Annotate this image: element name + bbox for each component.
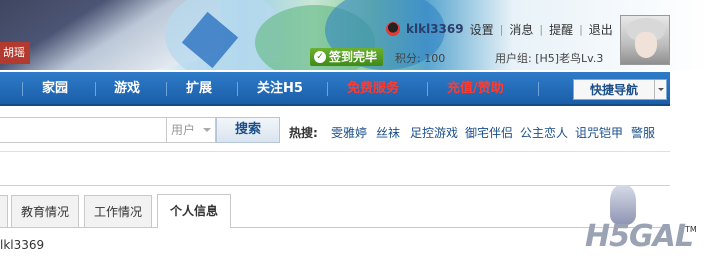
separator: | <box>539 22 544 36</box>
chevron-down-icon[interactable] <box>654 80 666 99</box>
nav-separator <box>22 82 23 96</box>
nav-item-free-service[interactable]: 免费服务 <box>347 72 399 106</box>
hot-search-item[interactable]: 公主恋人 <box>520 124 568 141</box>
checkin-label: 签到完毕 <box>329 50 378 64</box>
nav-separator <box>327 82 328 96</box>
trademark-mark: TM <box>685 225 697 234</box>
nav-separator <box>166 82 167 96</box>
search-button[interactable]: 搜索 <box>216 117 280 143</box>
notifications-link[interactable]: 提醒 <box>549 21 573 38</box>
nav-separator <box>237 82 238 96</box>
tab-work[interactable]: 工作情况 <box>84 195 152 227</box>
logo-text: H5GAL <box>585 219 694 254</box>
main-nav: 家园 游戏 扩展 关注H5 免费服务 充值/赞助 快捷导航 <box>0 72 670 106</box>
tab-divider <box>0 227 670 228</box>
separator: | <box>579 22 583 36</box>
checkin-button[interactable]: ✓ 签到完毕 <box>310 48 384 66</box>
banner-sign: 胡瑶 <box>0 42 30 64</box>
nav-item-extensions[interactable]: 扩展 <box>186 72 212 106</box>
header-banner: 胡瑶 klkl3369 设置 | 消息 | 提醒 | 退出 ✓ 签到完毕 积分:… <box>0 0 712 70</box>
hot-search-label: 热搜: <box>289 126 318 140</box>
site-logo: H5GAL TM <box>585 185 712 261</box>
nav-item-recharge[interactable]: 充值/赞助 <box>447 72 504 106</box>
search-input[interactable] <box>0 117 168 143</box>
user-bar: klkl3369 设置 | 消息 | 提醒 | 退出 <box>386 20 613 38</box>
avatar[interactable] <box>620 15 670 65</box>
hot-search-item[interactable]: 御宅伴侣 <box>465 124 513 141</box>
hot-search-item[interactable]: 丝袜 <box>376 124 400 141</box>
nav-item-games[interactable]: 游戏 <box>114 72 140 106</box>
messages-link[interactable]: 消息 <box>509 21 533 38</box>
search-type-select[interactable]: 用户 <box>166 117 216 143</box>
hot-search-item[interactable]: 雯雅婷 <box>331 124 367 141</box>
nav-separator <box>427 82 428 96</box>
nav-separator <box>538 82 539 96</box>
nav-separator <box>95 82 96 96</box>
user-group-text: 用户组: [H5]老鸟Lv.3 <box>495 52 604 65</box>
quick-nav-label: 快捷导航 <box>589 83 638 97</box>
nav-item-home[interactable]: 家园 <box>42 72 68 106</box>
check-icon: ✓ <box>314 51 326 63</box>
quick-nav-dropdown[interactable]: 快捷导航 <box>573 79 667 100</box>
hot-search-item[interactable]: 诅咒铠甲 <box>575 124 623 141</box>
nav-item-follow-h5[interactable]: 关注H5 <box>257 72 303 106</box>
settings-link[interactable]: 设置 <box>470 21 494 38</box>
separator: | <box>499 22 504 36</box>
search-bar: 用户 搜索 热搜: 雯雅婷 丝袜 足控游戏 御宅伴侣 公主恋人 诅咒铠甲 警服 <box>0 108 670 152</box>
profile-username-value: lkl3369 <box>0 238 45 252</box>
tab-partial[interactable] <box>0 195 8 227</box>
hot-search-item[interactable]: 警服 <box>631 124 655 141</box>
username-link[interactable]: klkl3369 <box>406 22 464 36</box>
tab-education[interactable]: 教育情况 <box>11 195 79 227</box>
logout-link[interactable]: 退出 <box>589 21 613 38</box>
tab-personal-info[interactable]: 个人信息 <box>157 194 231 228</box>
hot-search-item[interactable]: 足控游戏 <box>410 124 458 141</box>
qq-penguin-icon <box>386 22 400 36</box>
points-text: 积分: 100 <box>395 52 446 65</box>
